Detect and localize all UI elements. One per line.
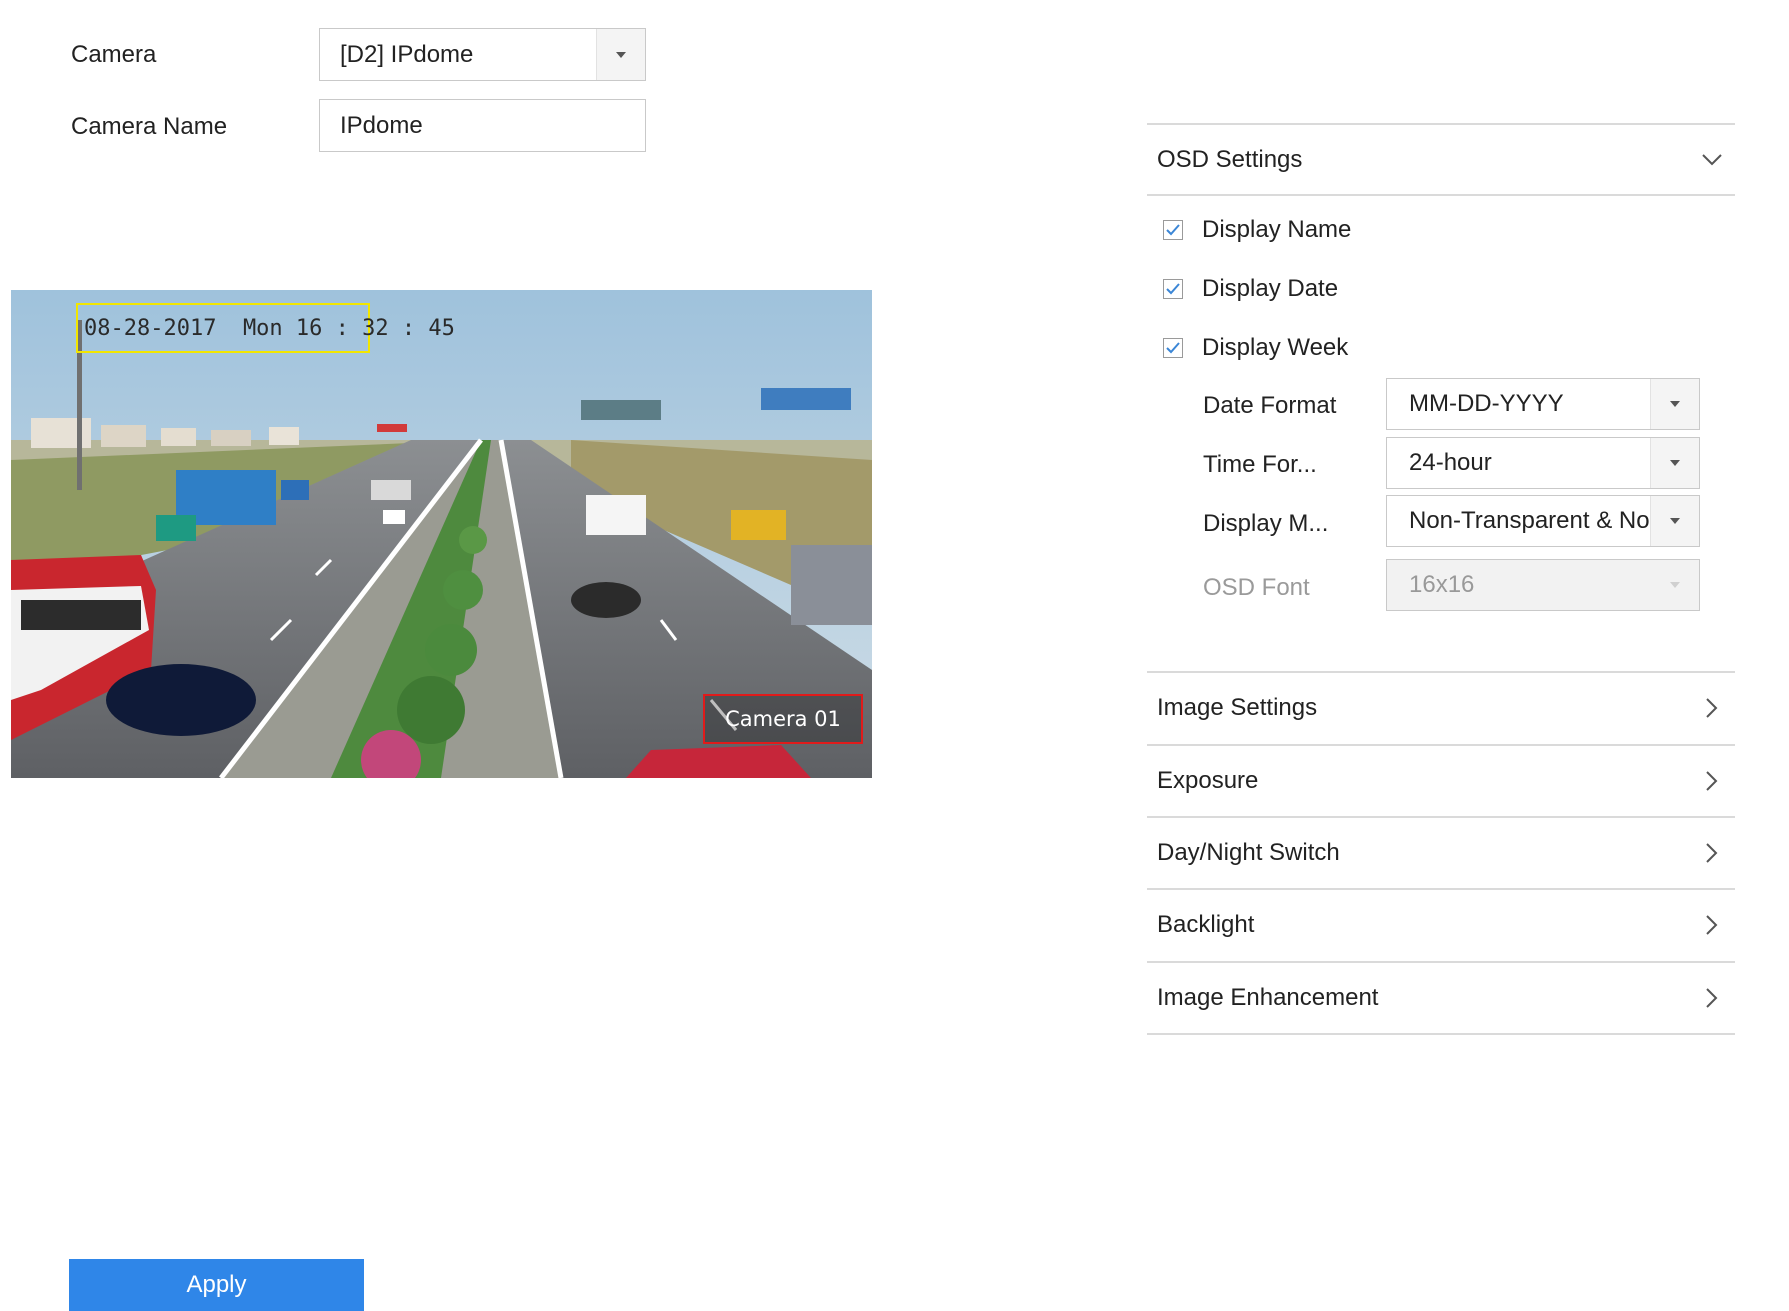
section-title: Image Enhancement: [1157, 984, 1379, 1011]
section-title: Image Settings: [1157, 694, 1318, 721]
section-image-settings[interactable]: Image Settings: [1147, 673, 1735, 743]
apply-button[interactable]: Apply: [69, 1259, 364, 1311]
time-format-label: Time For...: [1203, 451, 1317, 478]
display-name-label: Display Name: [1202, 216, 1352, 243]
camera-preview[interactable]: 08-28-2017 Mon 16 : 32 : 45 Camera 01: [11, 290, 872, 778]
display-mode-select[interactable]: Non-Transparent & No: [1386, 495, 1700, 547]
time-format-select[interactable]: 24-hour: [1386, 437, 1700, 489]
camera-name-input[interactable]: IPdome: [319, 99, 646, 152]
camera-select-value: [D2] IPdome: [340, 40, 474, 68]
checkbox-checked-icon[interactable]: [1163, 338, 1183, 358]
osd-font-select: 16x16: [1386, 559, 1700, 611]
checkbox-checked-icon[interactable]: [1163, 279, 1183, 299]
display-name-checkbox-row[interactable]: Display Name: [1163, 216, 1351, 244]
display-mode-value: Non-Transparent & No: [1409, 507, 1650, 534]
osd-font-value: 16x16: [1409, 571, 1475, 598]
camera-name-value: IPdome: [340, 111, 423, 139]
section-title: Exposure: [1157, 767, 1259, 794]
section-title: Backlight: [1157, 911, 1255, 938]
osd-date-overlay[interactable]: 08-28-2017 Mon 16 : 32 : 45: [76, 303, 455, 353]
section-day-night-switch[interactable]: Day/Night Switch: [1147, 818, 1735, 888]
section-divider: [1147, 1033, 1735, 1035]
camera-name-label: Camera Name: [71, 113, 228, 140]
chevron-right-icon: [1701, 914, 1723, 936]
chevron-down-icon: [1650, 496, 1699, 546]
osd-name-text: Camera 01: [725, 707, 841, 731]
chevron-down-icon: [1701, 149, 1723, 171]
camera-label: Camera: [71, 41, 157, 68]
chevron-right-icon: [1701, 842, 1723, 864]
section-divider: [1147, 194, 1735, 196]
osd-settings-header[interactable]: OSD Settings: [1147, 125, 1735, 195]
chevron-right-icon: [1701, 697, 1723, 719]
date-format-label: Date Format: [1203, 392, 1337, 419]
section-title: Day/Night Switch: [1157, 839, 1340, 866]
checkbox-checked-icon[interactable]: [1163, 220, 1183, 240]
osd-settings-title: OSD Settings: [1157, 146, 1303, 173]
chevron-down-icon: [1651, 560, 1699, 610]
display-week-checkbox-row[interactable]: Display Week: [1163, 334, 1348, 362]
chevron-down-icon: [1650, 379, 1699, 429]
osd-font-label: OSD Font: [1203, 574, 1310, 601]
display-date-checkbox-row[interactable]: Display Date: [1163, 275, 1338, 303]
chevron-right-icon: [1701, 770, 1723, 792]
chevron-down-icon: [1650, 438, 1699, 488]
osd-date-text: 08-28-2017 Mon 16 : 32 : 45: [84, 315, 455, 341]
date-format-select[interactable]: MM-DD-YYYY: [1386, 378, 1700, 430]
chevron-down-icon: [596, 29, 645, 80]
chevron-right-icon: [1701, 987, 1723, 1009]
display-mode-label: Display M...: [1203, 510, 1329, 537]
section-exposure[interactable]: Exposure: [1147, 746, 1735, 816]
display-week-label: Display Week: [1202, 334, 1349, 361]
time-format-value: 24-hour: [1409, 449, 1492, 476]
section-image-enhancement[interactable]: Image Enhancement: [1147, 963, 1735, 1033]
date-format-value: MM-DD-YYYY: [1409, 390, 1564, 417]
display-date-label: Display Date: [1202, 275, 1339, 302]
camera-select[interactable]: [D2] IPdome: [319, 28, 646, 81]
section-backlight[interactable]: Backlight: [1147, 890, 1735, 960]
osd-name-overlay[interactable]: Camera 01: [703, 694, 863, 744]
